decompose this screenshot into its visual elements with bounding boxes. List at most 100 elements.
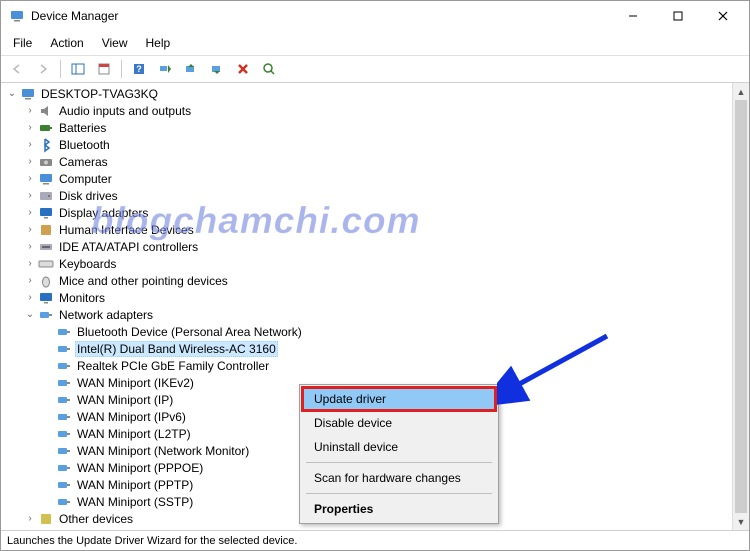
menu-bar: File Action View Help [1, 31, 749, 56]
tree-label: WAN Miniport (PPPOE) [75, 461, 205, 475]
expand-icon[interactable]: › [23, 105, 37, 116]
scroll-up-icon[interactable]: ▲ [733, 83, 749, 100]
uninstall-button[interactable] [231, 58, 255, 80]
toolbar: ? [1, 56, 749, 83]
tree-category[interactable]: › Bluetooth [21, 136, 747, 153]
menu-action[interactable]: Action [42, 33, 91, 53]
tree-label: Keyboards [57, 257, 118, 271]
toolbar-separator [121, 60, 122, 78]
tree-category[interactable]: ›Batteries [21, 119, 747, 136]
tree-label: Human Interface Devices [57, 223, 196, 237]
scan-button[interactable] [153, 58, 177, 80]
update-driver-button[interactable] [179, 58, 203, 80]
tree-device[interactable]: Intel(R) Dual Band Wireless-AC 3160 [39, 340, 747, 357]
tree-category[interactable]: ›Cameras [21, 153, 747, 170]
window-title: Device Manager [31, 9, 610, 23]
expand-icon[interactable]: › [23, 513, 37, 524]
maximize-button[interactable] [655, 2, 700, 30]
properties-button[interactable] [92, 58, 116, 80]
expand-icon[interactable]: › [23, 156, 37, 167]
minimize-button[interactable] [610, 2, 655, 30]
context-menu: Update driver Disable device Uninstall d… [299, 384, 499, 524]
status-bar: Launches the Update Driver Wizard for th… [1, 530, 749, 550]
tree-category[interactable]: ›Disk drives [21, 187, 747, 204]
expand-icon[interactable]: › [23, 173, 37, 184]
tree-device[interactable]: Bluetooth Device (Personal Area Network) [39, 323, 747, 340]
collapse-icon[interactable]: ⌄ [23, 309, 37, 320]
vertical-scrollbar[interactable]: ▲ ▼ [732, 83, 749, 530]
collapse-icon[interactable]: ⌄ [5, 88, 19, 99]
network-adapter-icon [56, 443, 72, 459]
tree-device[interactable]: Realtek PCIe GbE Family Controller [39, 357, 747, 374]
scroll-down-icon[interactable]: ▼ [733, 513, 749, 530]
tree-label: Bluetooth [57, 138, 112, 152]
tree-label: IDE ATA/ATAPI controllers [57, 240, 200, 254]
scroll-thumb[interactable] [735, 100, 747, 513]
tree-category[interactable]: ›Computer [21, 170, 747, 187]
context-scan-hardware[interactable]: Scan for hardware changes [302, 466, 496, 490]
network-adapter-icon [56, 341, 72, 357]
context-disable-device[interactable]: Disable device [302, 411, 496, 435]
network-adapter-icon [56, 324, 72, 340]
disable-device-button[interactable] [205, 58, 229, 80]
toolbar-separator [60, 60, 61, 78]
category-icon [38, 222, 54, 238]
context-update-driver[interactable]: Update driver [302, 387, 496, 411]
scan-hardware-button[interactable] [257, 58, 281, 80]
forward-button[interactable] [31, 58, 55, 80]
expand-icon[interactable]: › [23, 241, 37, 252]
tree-category[interactable]: › Human Interface Devices [21, 221, 747, 238]
category-icon [38, 154, 54, 170]
expand-icon[interactable]: › [23, 207, 37, 218]
tree-category[interactable]: › Monitors [21, 289, 747, 306]
tree-category[interactable]: › Keyboards [21, 255, 747, 272]
tree-category[interactable]: › Display adapters [21, 204, 747, 221]
tree-label: Audio inputs and outputs [57, 104, 193, 118]
network-adapter-icon [56, 409, 72, 425]
expand-icon[interactable]: › [23, 190, 37, 201]
network-adapter-icon [56, 392, 72, 408]
category-icon [38, 256, 54, 272]
context-uninstall-device[interactable]: Uninstall device [302, 435, 496, 459]
tree-label: Bluetooth Device (Personal Area Network) [75, 325, 304, 339]
tree-label: WAN Miniport (IPv6) [75, 410, 188, 424]
menu-view[interactable]: View [94, 33, 136, 53]
tree-label: DESKTOP-TVAG3KQ [39, 87, 160, 101]
expand-icon[interactable]: › [23, 122, 37, 133]
tree-root[interactable]: ⌄ DESKTOP-TVAG3KQ [3, 85, 747, 102]
category-icon [38, 188, 54, 204]
help-button[interactable]: ? [127, 58, 151, 80]
expand-icon[interactable]: › [23, 224, 37, 235]
network-adapter-icon [56, 460, 72, 476]
context-properties[interactable]: Properties [302, 497, 496, 521]
title-bar[interactable]: Device Manager [1, 1, 749, 31]
close-button[interactable] [700, 2, 745, 30]
tree-label: Display adapters [57, 206, 150, 220]
tree-category[interactable]: ⌄Network adapters [21, 306, 747, 323]
category-icon [38, 239, 54, 255]
tree-label: Monitors [57, 291, 107, 305]
show-hide-tree-button[interactable] [66, 58, 90, 80]
expand-icon[interactable]: › [23, 258, 37, 269]
svg-text:?: ? [136, 64, 142, 74]
expand-icon[interactable]: › [23, 292, 37, 303]
network-adapter-icon [56, 375, 72, 391]
tree-category[interactable]: › IDE ATA/ATAPI controllers [21, 238, 747, 255]
menu-file[interactable]: File [5, 33, 40, 53]
back-button[interactable] [5, 58, 29, 80]
tree-category[interactable]: › Audio inputs and outputs [21, 102, 747, 119]
context-separator [306, 462, 492, 463]
expand-icon[interactable]: › [23, 139, 37, 150]
network-adapter-icon [56, 494, 72, 510]
expand-icon[interactable]: › [23, 275, 37, 286]
tree-label: WAN Miniport (L2TP) [75, 427, 193, 441]
category-icon [38, 137, 54, 153]
network-adapter-icon [56, 358, 72, 374]
tree-panel[interactable]: ⌄ DESKTOP-TVAG3KQ › Audio inputs and outp… [1, 83, 749, 530]
tree-category[interactable]: ›Mice and other pointing devices [21, 272, 747, 289]
tree-label: WAN Miniport (PPTP) [75, 478, 195, 492]
status-text: Launches the Update Driver Wizard for th… [7, 535, 297, 547]
network-adapter-icon [56, 426, 72, 442]
tree-label: WAN Miniport (SSTP) [75, 495, 195, 509]
menu-help[interactable]: Help [138, 33, 179, 53]
